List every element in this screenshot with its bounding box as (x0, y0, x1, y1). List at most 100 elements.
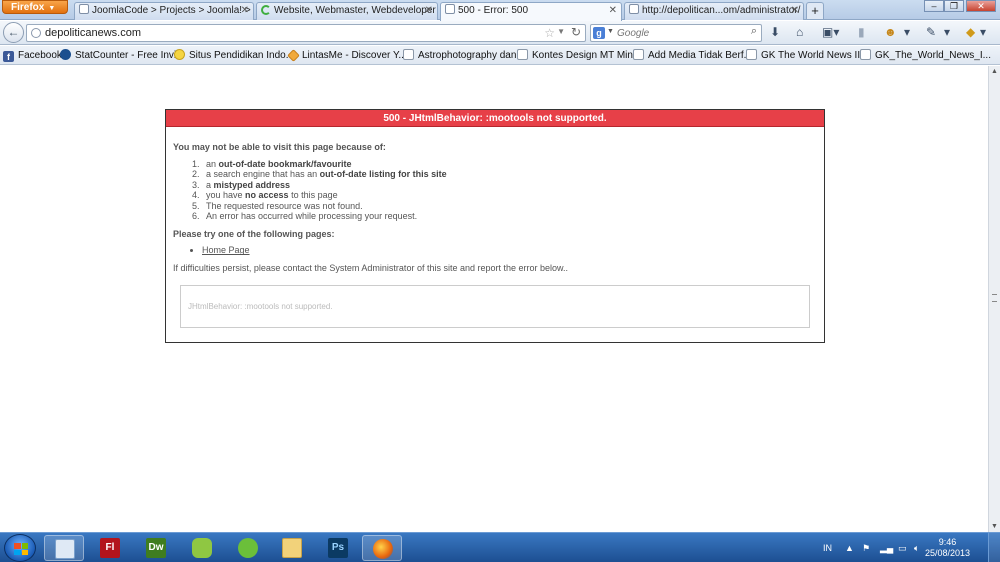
chevron-down-icon[interactable]: ▾ (904, 25, 910, 39)
try-heading: Please try one of the following pages: (173, 229, 335, 240)
tab-error-500[interactable]: 500 - Error: 500 ✕ (440, 2, 622, 21)
action-center-icon[interactable]: ⚑ (862, 533, 870, 562)
bookmark-add-media[interactable]: Add Media Tidak Berf... (633, 49, 752, 62)
bookmark-situs-pendidikan[interactable]: Situs Pendidikan Indo... (174, 49, 294, 62)
error-body: You may not be able to visit this page b… (166, 127, 824, 273)
url-input[interactable] (45, 26, 535, 40)
search-bar[interactable]: g ▼ ⌕ (590, 24, 762, 42)
globe-icon (31, 28, 41, 38)
taskbar-cheetah[interactable] (228, 535, 268, 561)
list-item: a mistyped address (202, 180, 817, 190)
taskbar-app[interactable] (182, 535, 222, 561)
home-page-link[interactable]: Home Page (202, 245, 250, 255)
search-input[interactable] (617, 26, 742, 40)
new-tab-button[interactable]: + (806, 2, 824, 19)
download-icon[interactable]: ⬇ (770, 25, 780, 39)
bookmark-statcounter[interactable]: StatCounter - Free Invi... (60, 49, 185, 62)
page-viewport: 500 - JHtmlBehavior: :mootools not suppo… (0, 66, 988, 532)
chevron-down-icon[interactable]: ▼ (607, 28, 614, 35)
reload-icon[interactable]: ↻ (571, 25, 581, 39)
tray-expand-icon[interactable]: ▲ (845, 533, 854, 562)
page-icon (633, 49, 644, 60)
bookmark-star-icon[interactable]: ☆ (544, 26, 555, 40)
page-icon (403, 49, 414, 60)
list-item: Home Page (202, 245, 817, 255)
addon-face-icon[interactable]: ☻ (884, 25, 897, 39)
tab-administrator[interactable]: http://depolitican...om/administrator/ ✕ (624, 2, 804, 20)
bookmark-lintasme[interactable]: LintasMe - Discover Y... (287, 49, 407, 62)
show-desktop-button[interactable] (988, 533, 1000, 562)
minimize-button[interactable]: – (924, 0, 944, 12)
close-window-button[interactable]: ✕ (966, 0, 996, 12)
app-icon (192, 538, 212, 558)
error-message: JHtmlBehavior: :mootools not supported. (188, 302, 333, 311)
scroll-grip[interactable] (992, 294, 997, 302)
tab-website-webmaster[interactable]: Website, Webmaster, Webdeveloper |... ✕ (256, 2, 438, 20)
list-item: a search engine that has an out-of-date … (202, 169, 817, 179)
taskbar-photoshop[interactable]: Ps (318, 535, 358, 561)
taskbar-firefox[interactable] (362, 535, 402, 561)
bookmark-kontes-design[interactable]: Kontes Design MT Min... (517, 49, 641, 62)
close-tab-icon[interactable]: ✕ (609, 3, 617, 19)
statcounter-icon (60, 49, 71, 60)
page-icon (746, 49, 757, 60)
clock-time: 9:46 (938, 537, 957, 547)
close-tab-icon[interactable]: ✕ (791, 3, 799, 19)
chevron-down-icon[interactable]: ▾ (980, 25, 986, 39)
bookmark-gk-world-news-2[interactable]: GK_The_World_News_I... (860, 49, 991, 62)
firefox-menu-button[interactable]: Firefox ▼ (2, 0, 68, 14)
error-box: 500 - JHtmlBehavior: :mootools not suppo… (165, 109, 825, 343)
shield-icon[interactable]: ◆ (966, 25, 975, 39)
url-history-dropdown-icon[interactable]: ▼ (557, 27, 565, 36)
bookmark-gk-world-news-1[interactable]: GK The World News II ... (746, 49, 871, 62)
system-clock[interactable]: 9:46 25/08/2013 (925, 537, 970, 559)
close-tab-icon[interactable]: ✕ (425, 3, 433, 19)
error-header: 500 - JHtmlBehavior: :mootools not suppo… (166, 110, 824, 127)
list-item: an out-of-date bookmark/favourite (202, 159, 817, 169)
bookmarks-toolbar: f Facebook StatCounter - Free Invi... Sit… (0, 46, 1000, 65)
url-bar[interactable]: ☆ ▼ ↻ (26, 24, 586, 42)
back-button[interactable]: ← (3, 22, 24, 43)
tab-strip: Firefox ▼ JoomlaCode > Projects > Joomla!… (0, 0, 1000, 21)
windows-logo-icon (14, 543, 28, 555)
vertical-scrollbar[interactable]: ▲ ▼ (988, 66, 1000, 532)
cheetah-icon (238, 538, 258, 558)
bookmark-facebook[interactable]: f Facebook (3, 49, 62, 62)
chevron-down-icon[interactable]: ▾ (944, 25, 950, 39)
page-icon (79, 4, 89, 14)
explorer-icon (55, 539, 75, 559)
taskbar-folder[interactable] (272, 535, 312, 561)
maximize-button[interactable]: ❐ (944, 0, 964, 12)
search-icon[interactable]: ⌕ (751, 25, 757, 38)
display-icon[interactable]: ▭ (898, 533, 907, 562)
taskbar-flash[interactable]: Fl (90, 535, 130, 561)
close-tab-icon[interactable]: ✕ (241, 3, 249, 19)
home-icon[interactable]: ⌂ (796, 25, 803, 39)
scroll-down-icon[interactable]: ▼ (991, 523, 998, 530)
navigation-toolbar: ← ☆ ▼ ↻ g ▼ ⌕ ⬇ ⌂ ▣▾ ▮ ☻ ▾ ✎ ▾ ◆ ▾ (0, 21, 1000, 45)
stats-icon[interactable]: ▮ (858, 25, 865, 39)
language-indicator[interactable]: IN (823, 533, 832, 562)
network-icon[interactable]: ▂▄ (880, 533, 893, 562)
windows-taskbar: Fl Dw Ps IN ▲ ⚑ ▂▄ ▭ 🔈︎ 9:46 25/08/2013 (0, 532, 1000, 562)
pen-icon[interactable]: ✎ (926, 25, 936, 39)
loading-spinner-icon (261, 5, 271, 15)
page-icon (517, 49, 528, 60)
taskbar-dreamweaver[interactable]: Dw (136, 535, 176, 561)
google-engine-icon[interactable]: g (593, 27, 605, 39)
scroll-up-icon[interactable]: ▲ (991, 68, 998, 75)
flash-icon: Fl (100, 538, 120, 558)
clock-date: 25/08/2013 (924, 548, 970, 558)
screenshot-icon[interactable]: ▣▾ (822, 25, 839, 39)
start-button[interactable] (4, 534, 36, 562)
reason-list: an out-of-date bookmark/favourite a sear… (202, 159, 817, 221)
page-icon (445, 4, 455, 14)
taskbar-explorer[interactable] (44, 535, 84, 561)
facebook-icon: f (3, 51, 14, 62)
firefox-icon (373, 539, 393, 559)
volume-icon[interactable]: 🔈︎ (914, 533, 919, 562)
photoshop-icon: Ps (328, 538, 348, 558)
bookmark-astrophotography[interactable]: Astrophotography dan... (403, 49, 525, 62)
chevron-down-icon: ▼ (48, 5, 56, 12)
tab-joomlacode[interactable]: JoomlaCode > Projects > Joomla! > R... ✕ (74, 2, 254, 20)
